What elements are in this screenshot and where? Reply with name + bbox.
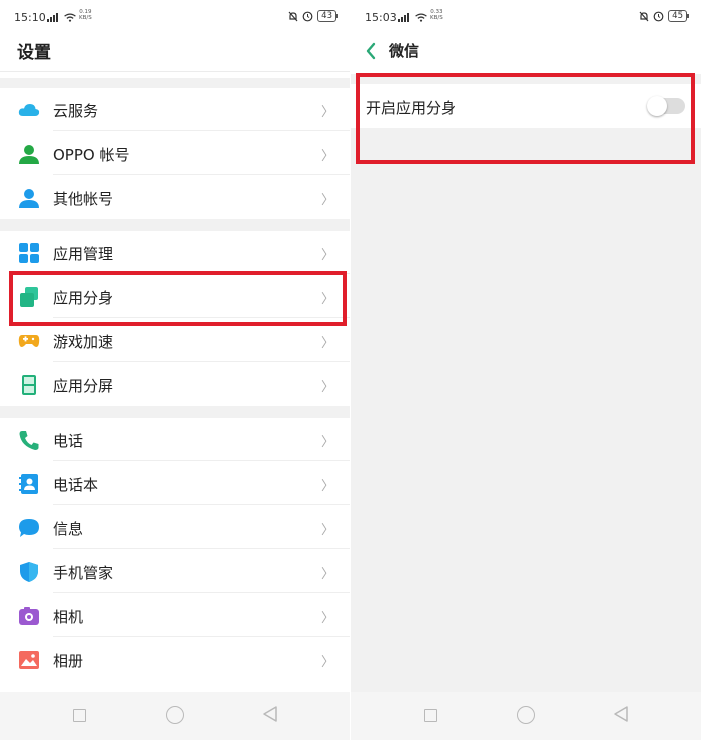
group-gap bbox=[0, 78, 350, 88]
settings-item-cloud[interactable]: 云服务 〉 bbox=[0, 88, 350, 131]
settings-item-label: 应用管理 bbox=[53, 245, 114, 263]
phone-icon bbox=[19, 431, 39, 450]
settings-item-phone-manager[interactable]: 手机管家 〉 bbox=[0, 550, 350, 593]
page-title: 设置 bbox=[17, 43, 51, 63]
battery-indicator: 43 bbox=[317, 10, 338, 22]
chevron-right-icon: 〉 bbox=[320, 105, 334, 120]
navigation-bar bbox=[351, 692, 701, 740]
settings-item-phone[interactable]: 电话 〉 bbox=[0, 418, 350, 461]
shield-icon bbox=[20, 562, 38, 582]
settings-item-other-accounts[interactable]: 其他帐号 〉 bbox=[0, 176, 350, 219]
back-arrow-icon[interactable] bbox=[365, 42, 377, 60]
settings-group-accounts: 云服务 〉 OPPO 帐号 〉 其他帐号 〉 bbox=[0, 88, 350, 219]
chevron-right-icon: 〉 bbox=[320, 248, 334, 263]
settings-item-label: 手机管家 bbox=[53, 564, 114, 582]
divider bbox=[53, 592, 350, 593]
split-screen-icon bbox=[22, 375, 36, 395]
settings-panel: 15:10 0.19 KB/S 43 设置 云服务 〉 OPPO 帐号 〉 其他… bbox=[0, 0, 350, 740]
divider bbox=[53, 460, 350, 461]
chevron-right-icon: 〉 bbox=[320, 193, 334, 208]
navigation-bar bbox=[0, 692, 350, 740]
status-time: 15:10 bbox=[14, 11, 46, 24]
divider bbox=[53, 130, 350, 131]
chevron-right-icon: 〉 bbox=[320, 611, 334, 626]
settings-item-split-screen[interactable]: 应用分屏 〉 bbox=[0, 363, 350, 406]
contacts-icon bbox=[19, 474, 38, 494]
chevron-right-icon: 〉 bbox=[320, 523, 334, 538]
settings-item-label: 相册 bbox=[53, 652, 84, 670]
settings-item-label: 应用分屏 bbox=[53, 377, 114, 395]
chevron-right-icon: 〉 bbox=[320, 479, 334, 494]
alarm-icon bbox=[653, 11, 664, 21]
gamepad-icon bbox=[18, 335, 40, 347]
chevron-right-icon: 〉 bbox=[320, 336, 334, 351]
recent-apps-button[interactable] bbox=[73, 709, 86, 722]
settings-item-contacts[interactable]: 电话本 〉 bbox=[0, 462, 350, 505]
recent-apps-button[interactable] bbox=[424, 709, 437, 722]
wifi-icon bbox=[64, 13, 76, 22]
status-time: 15:03 bbox=[365, 11, 397, 24]
back-button[interactable] bbox=[613, 705, 629, 723]
cloud-icon bbox=[18, 104, 40, 116]
group-gap bbox=[0, 219, 350, 231]
highlight-box bbox=[356, 73, 695, 164]
divider bbox=[53, 361, 350, 362]
settings-item-label: OPPO 帐号 bbox=[53, 146, 130, 164]
user-icon bbox=[19, 189, 39, 208]
chevron-right-icon: 〉 bbox=[320, 655, 334, 670]
user-icon bbox=[19, 145, 39, 164]
app-grid-icon bbox=[19, 243, 39, 263]
group-gap bbox=[0, 406, 350, 418]
alarm-icon bbox=[302, 11, 313, 21]
status-bar: 15:10 0.19 KB/S 43 bbox=[0, 0, 350, 36]
app-clone-detail-panel: 15:03 0.33 KB/S 45 微信 开启应用分身 bbox=[351, 0, 701, 740]
header: 微信 bbox=[351, 36, 701, 74]
settings-item-label: 电话本 bbox=[53, 476, 99, 494]
home-button[interactable] bbox=[517, 706, 535, 724]
settings-item-label: 相机 bbox=[53, 608, 84, 626]
highlight-box bbox=[9, 271, 347, 326]
message-bubble-icon bbox=[19, 519, 39, 537]
settings-item-oppo-account[interactable]: OPPO 帐号 〉 bbox=[0, 132, 350, 175]
chevron-right-icon: 〉 bbox=[320, 435, 334, 450]
photo-gallery-icon bbox=[19, 651, 39, 669]
chevron-right-icon: 〉 bbox=[320, 149, 334, 164]
settings-item-label: 云服务 bbox=[53, 102, 99, 120]
page-title: 微信 bbox=[389, 42, 420, 60]
settings-item-messages[interactable]: 信息 〉 bbox=[0, 506, 350, 549]
camera-icon bbox=[19, 607, 39, 625]
settings-item-label: 信息 bbox=[53, 520, 84, 538]
settings-item-gallery[interactable]: 相册 〉 bbox=[0, 638, 350, 681]
divider bbox=[0, 71, 350, 72]
divider bbox=[53, 636, 350, 637]
battery-indicator: 45 bbox=[668, 10, 689, 22]
settings-item-label: 游戏加速 bbox=[53, 333, 114, 351]
divider bbox=[53, 548, 350, 549]
signal-icon bbox=[398, 13, 409, 22]
settings-item-app-management[interactable]: 应用管理 〉 bbox=[0, 231, 350, 274]
settings-item-camera[interactable]: 相机 〉 bbox=[0, 594, 350, 637]
settings-item-label: 电话 bbox=[53, 432, 84, 450]
network-speed: 0.33 KB/S bbox=[430, 9, 443, 21]
status-bar: 15:03 0.33 KB/S 45 bbox=[351, 0, 701, 36]
settings-item-label: 其他帐号 bbox=[53, 190, 114, 208]
network-speed: 0.19 KB/S bbox=[79, 9, 92, 21]
settings-group-system-apps: 电话 〉 电话本 〉 信息 〉 手机管家 〉 相机 〉 相册 〉 bbox=[0, 418, 350, 692]
wifi-icon bbox=[415, 13, 427, 22]
divider bbox=[53, 174, 350, 175]
chevron-right-icon: 〉 bbox=[320, 380, 334, 395]
back-button[interactable] bbox=[262, 705, 278, 723]
bell-mute-icon bbox=[288, 11, 298, 21]
chevron-right-icon: 〉 bbox=[320, 567, 334, 582]
home-button[interactable] bbox=[166, 706, 184, 724]
bell-mute-icon bbox=[639, 11, 649, 21]
divider bbox=[53, 504, 350, 505]
signal-icon bbox=[47, 13, 58, 22]
